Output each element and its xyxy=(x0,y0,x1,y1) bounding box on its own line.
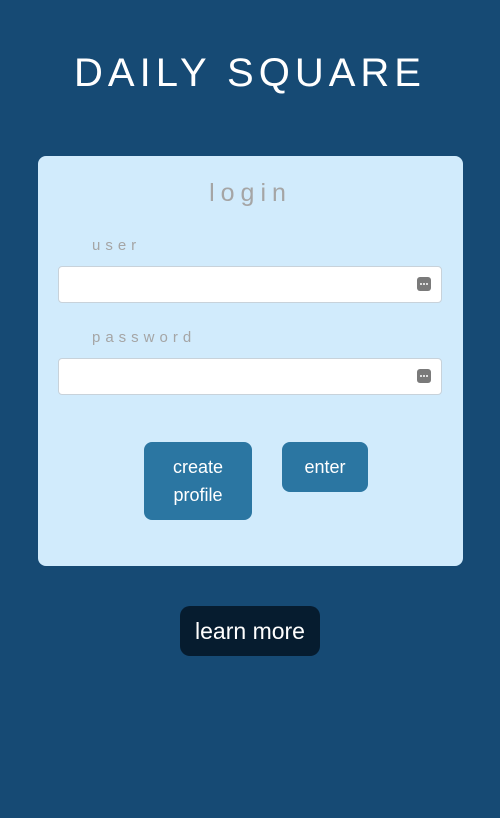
login-title: login xyxy=(209,179,292,207)
create-profile-button[interactable]: create profile xyxy=(144,442,252,520)
user-field[interactable] xyxy=(58,266,442,303)
password-label: password xyxy=(92,329,197,346)
create-profile-label-line2: profile xyxy=(173,485,223,505)
user-label: user xyxy=(92,237,142,254)
enter-button[interactable]: enter xyxy=(282,442,368,492)
user-input[interactable] xyxy=(59,267,399,302)
login-card: login user password create profile enter xyxy=(38,156,463,566)
password-field[interactable] xyxy=(58,358,442,395)
password-input[interactable] xyxy=(59,359,399,394)
learn-more-button[interactable]: learn more xyxy=(180,606,320,656)
app-title: DAILY SQUARE xyxy=(74,51,426,95)
create-profile-label-line1: create xyxy=(172,457,224,477)
password-manager-key-icon[interactable] xyxy=(417,277,431,291)
password-manager-key-icon[interactable] xyxy=(417,369,431,383)
